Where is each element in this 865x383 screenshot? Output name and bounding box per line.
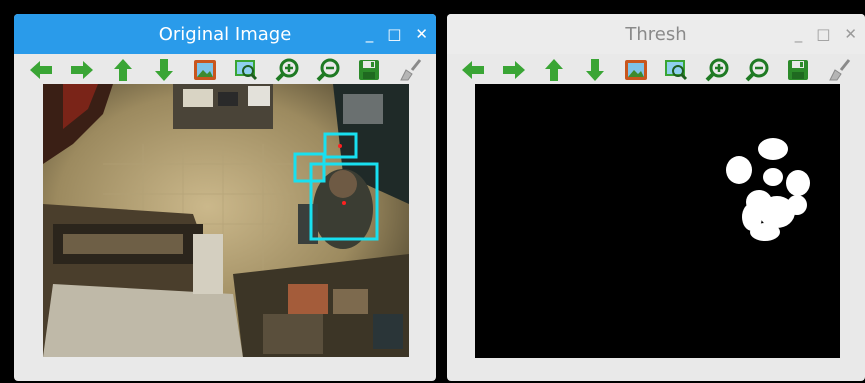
detection-point: [342, 201, 346, 205]
arrow-left-icon[interactable]: [26, 55, 56, 85]
close-button[interactable]: ✕: [844, 25, 857, 43]
arrow-left-icon[interactable]: [458, 55, 488, 85]
image-icon[interactable]: [190, 55, 220, 85]
threshold-mask-image: [475, 84, 840, 358]
zoom-in-icon[interactable]: [272, 55, 302, 85]
title-bar[interactable]: Original Image _ □ ✕: [14, 14, 436, 54]
arrow-up-icon[interactable]: [539, 55, 569, 85]
title-bar[interactable]: Thresh _ □ ✕: [447, 14, 865, 54]
maximize-button[interactable]: □: [387, 25, 401, 43]
arrow-right-icon[interactable]: [67, 55, 97, 85]
image-zoom-icon[interactable]: [661, 55, 691, 85]
brush-icon[interactable]: [395, 55, 425, 85]
original-image-window: Original Image _ □ ✕: [14, 14, 436, 381]
zoom-out-icon[interactable]: [742, 55, 772, 85]
zoom-in-icon[interactable]: [702, 55, 732, 85]
thresh-image-view[interactable]: [475, 84, 840, 358]
image-icon[interactable]: [621, 55, 651, 85]
window-title: Thresh: [625, 23, 687, 45]
image-zoom-icon[interactable]: [231, 55, 261, 85]
zoom-out-icon[interactable]: [313, 55, 343, 85]
minimize-button[interactable]: _: [795, 25, 803, 43]
maximize-button[interactable]: □: [816, 25, 830, 43]
arrow-down-icon[interactable]: [580, 55, 610, 85]
minimize-button[interactable]: _: [366, 25, 374, 43]
close-button[interactable]: ✕: [415, 25, 428, 43]
toolbar: [447, 54, 865, 86]
detection-point: [338, 144, 342, 148]
brush-icon[interactable]: [824, 55, 854, 85]
arrow-up-icon[interactable]: [108, 55, 138, 85]
toolbar: [14, 54, 436, 86]
save-icon[interactable]: [354, 55, 384, 85]
arrow-right-icon[interactable]: [499, 55, 529, 85]
camera-frame-image: [43, 84, 409, 357]
thresh-window: Thresh _ □ ✕: [447, 14, 865, 381]
window-title: Original Image: [158, 23, 292, 45]
original-image-view[interactable]: [43, 84, 409, 357]
arrow-down-icon[interactable]: [149, 55, 179, 85]
save-icon[interactable]: [783, 55, 813, 85]
